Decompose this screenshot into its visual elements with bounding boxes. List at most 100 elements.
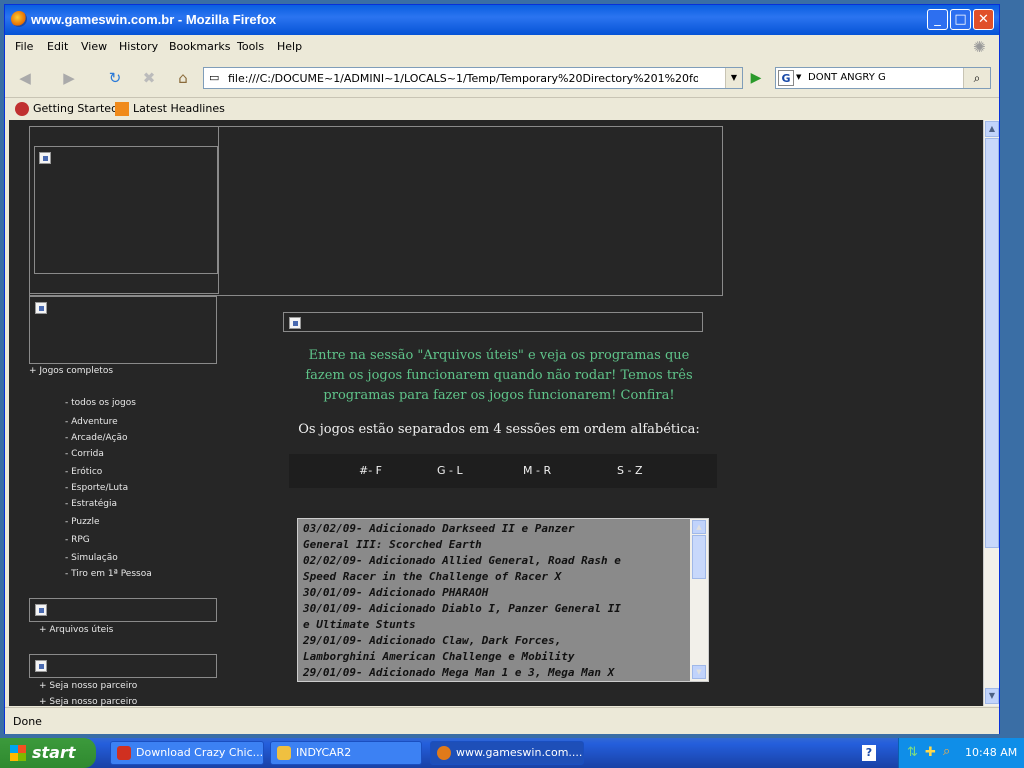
- section-link[interactable]: #- F: [359, 464, 382, 477]
- taskbar-item[interactable]: INDYCAR2: [270, 741, 422, 765]
- home-icon[interactable]: ⌂: [171, 67, 195, 91]
- category-link[interactable]: - RPG: [65, 535, 90, 545]
- security-icon[interactable]: ✚: [925, 745, 936, 760]
- category-link[interactable]: - Simulação: [65, 553, 118, 563]
- maximize-button[interactable]: □: [950, 9, 971, 30]
- broken-image-icon: [289, 317, 301, 329]
- news-box[interactable]: 03/02/09- Adicionado Darkseed II e Panze…: [297, 518, 709, 682]
- menu-help[interactable]: Help: [277, 40, 302, 53]
- firefox-icon: [11, 11, 27, 27]
- minimize-button[interactable]: _: [927, 9, 948, 30]
- folder-icon: [277, 746, 291, 760]
- news-scroll-thumb[interactable]: [692, 535, 706, 579]
- category-link[interactable]: - Tiro em 1ª Pessoa: [65, 569, 152, 579]
- title-bar[interactable]: www.gameswin.com.br - Mozilla Firefox _ …: [5, 5, 999, 35]
- news-scrollbar[interactable]: ▲ ▼: [690, 519, 708, 681]
- category-link[interactable]: - Arcade/Ação: [65, 433, 127, 443]
- news-line: Speed Racer in the Challenge of Racer X: [303, 570, 562, 583]
- section-link[interactable]: M - R: [523, 464, 551, 477]
- taskbar-item[interactable]: Download Crazy Chic...: [110, 741, 264, 765]
- menu-bookmarks[interactable]: Bookmarks: [169, 40, 230, 53]
- bookmark-label: Latest Headlines: [133, 102, 225, 115]
- news-line: 30/01/09- Adicionado PHARAOH: [303, 586, 489, 599]
- link-arquivos-uteis[interactable]: + Arquivos úteis: [39, 625, 113, 635]
- rss-icon: [115, 102, 129, 116]
- news-line: 02/02/09- Adicionado Allied General, Roa…: [303, 554, 621, 567]
- broken-image-icon: [35, 660, 47, 672]
- news-line: 30/01/09- Adicionado Diablo I, Panzer Ge…: [303, 602, 621, 615]
- scroll-up-icon[interactable]: ▲: [985, 121, 999, 137]
- url-dropdown-icon[interactable]: ▼: [725, 68, 742, 88]
- news-list: 03/02/09- Adicionado Darkseed II e Panze…: [303, 521, 685, 681]
- taskbar: start Download Crazy Chic... INDYCAR2 ww…: [0, 738, 1024, 768]
- forward-icon[interactable]: ▶: [57, 67, 81, 91]
- search-tray-icon[interactable]: ⌕: [943, 744, 950, 759]
- news-line: e Ultimate Stunts: [303, 618, 416, 631]
- network-icon[interactable]: ⇅: [907, 745, 918, 760]
- navigation-toolbar: ◀ ▶ ↻ ✖ ⌂ ▭ file:///C:/DOCUME~1/ADMINI~1…: [5, 59, 999, 98]
- category-link[interactable]: - todos os jogos: [65, 398, 136, 408]
- opera-icon: [117, 746, 131, 760]
- help-icon[interactable]: ?: [862, 745, 876, 761]
- link-jogos-completos[interactable]: + Jogos completos: [29, 366, 113, 376]
- scroll-down-icon[interactable]: ▼: [985, 688, 999, 704]
- bookmark-latest-headlines[interactable]: Latest Headlines: [115, 102, 225, 116]
- news-line: General III: Scorched Earth: [303, 538, 482, 551]
- news-line: 29/01/09- Adicionado Mega Man 1 e 3, Meg…: [303, 666, 615, 679]
- clock: 10:48 AM: [965, 746, 1018, 759]
- section-link[interactable]: S - Z: [617, 464, 642, 477]
- page-scroll-thumb[interactable]: [985, 138, 999, 548]
- system-tray: ⇅ ✚ ⌕ 10:48 AM: [898, 738, 1024, 768]
- parceiro-header-box: [29, 654, 217, 678]
- back-icon[interactable]: ◀: [13, 67, 37, 91]
- category-link[interactable]: - Esporte/Luta: [65, 483, 128, 493]
- logo-image-box: [34, 146, 218, 274]
- menu-bar: File Edit View History Bookmarks Tools H…: [5, 36, 999, 58]
- status-text: Done: [13, 715, 42, 728]
- start-label: start: [32, 743, 76, 762]
- category-link[interactable]: - Corrida: [65, 449, 104, 459]
- search-engine-dropdown-icon[interactable]: ▼: [796, 73, 801, 81]
- scroll-down-icon[interactable]: ▼: [692, 665, 706, 679]
- section-link[interactable]: G - L: [437, 464, 463, 477]
- link-parceiro[interactable]: + Seja nosso parceiro: [39, 681, 137, 691]
- close-button[interactable]: ✕: [973, 9, 994, 30]
- category-link[interactable]: - Puzzle: [65, 517, 100, 527]
- link-parceiro[interactable]: + Seja nosso parceiro: [39, 697, 137, 706]
- reload-icon[interactable]: ↻: [103, 67, 127, 91]
- google-icon[interactable]: G: [778, 70, 794, 86]
- window-title: www.gameswin.com.br - Mozilla Firefox: [31, 12, 277, 27]
- bookmark-getting-started[interactable]: Getting Started: [15, 102, 118, 116]
- firefox-bookmark-icon: [15, 102, 29, 116]
- firefox-icon: [437, 746, 451, 760]
- url-bar[interactable]: ▭ file:///C:/DOCUME~1/ADMINI~1/LOCALS~1/…: [203, 67, 743, 89]
- url-text[interactable]: file:///C:/DOCUME~1/ADMINI~1/LOCALS~1/Te…: [228, 72, 698, 85]
- category-link[interactable]: - Adventure: [65, 417, 118, 427]
- throbber-icon: ✺: [973, 38, 986, 56]
- page-scrollbar[interactable]: ▲ ▼: [983, 120, 999, 706]
- stop-icon[interactable]: ✖: [137, 67, 161, 91]
- taskbar-item-label: Download Crazy Chic...: [136, 746, 264, 759]
- bookmarks-toolbar: Getting Started Latest Headlines: [5, 98, 999, 120]
- menu-tools[interactable]: Tools: [237, 40, 264, 53]
- search-icon[interactable]: ⌕: [963, 68, 990, 88]
- page-content: + Jogos completos - todos os jogos - Adv…: [9, 120, 983, 706]
- menu-file[interactable]: File: [15, 40, 33, 53]
- start-button[interactable]: start: [0, 738, 96, 768]
- broken-image-icon: [35, 302, 47, 314]
- category-link[interactable]: - Estratégia: [65, 499, 117, 509]
- browser-window: www.gameswin.com.br - Mozilla Firefox _ …: [4, 4, 1000, 734]
- category-link[interactable]: - Erótico: [65, 467, 102, 477]
- scroll-up-icon[interactable]: ▲: [692, 520, 706, 534]
- taskbar-item[interactable]: www.gameswin.com....: [430, 741, 584, 765]
- menu-history[interactable]: History: [119, 40, 158, 53]
- broken-image-icon: [35, 604, 47, 616]
- bookmark-label: Getting Started: [33, 102, 119, 115]
- search-input[interactable]: DONT ANGRY G: [808, 72, 886, 83]
- search-bar[interactable]: G ▼ DONT ANGRY G ⌕: [775, 67, 991, 89]
- taskbar-item-label: www.gameswin.com....: [456, 746, 583, 759]
- go-icon[interactable]: ▶: [747, 69, 765, 87]
- menu-view[interactable]: View: [81, 40, 107, 53]
- menu-edit[interactable]: Edit: [47, 40, 68, 53]
- sections-text: Os jogos estão separados em 4 sessões em…: [298, 422, 700, 437]
